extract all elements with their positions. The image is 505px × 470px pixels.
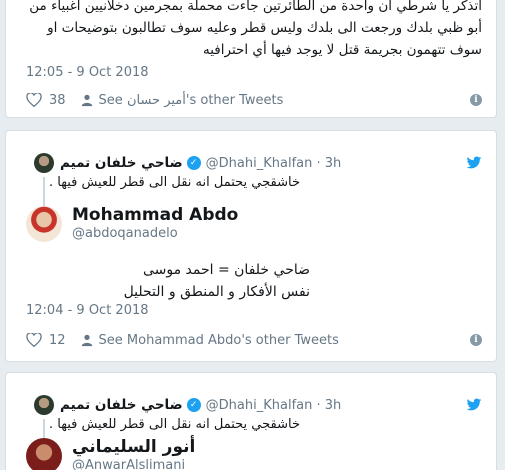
reply-author-name[interactable]: Mohammad Abdo bbox=[72, 205, 238, 225]
reply-tweet-text: ضاحي خلفان = احمد موسى نفس الأفكار و الم… bbox=[26, 259, 310, 303]
see-other-tweets-link[interactable]: See أمير حسان's other Tweets bbox=[99, 93, 284, 108]
quoted-author-name[interactable]: ضاحي خلفان تميم bbox=[60, 155, 183, 171]
tweet-timestamp[interactable]: 12:05 - 9 Oct 2018 bbox=[26, 65, 149, 80]
tweet-card: ضاحي خلفان تميم ✓ @Dhahi_Khalfan · 3h خا… bbox=[5, 372, 497, 470]
quoted-tweet-text: خاشقجي يحتمل انه نقل الى قطر للعيش فيها … bbox=[49, 175, 300, 190]
quoted-author-handle[interactable]: @Dhahi_Khalfan · 3h bbox=[206, 398, 342, 413]
quoted-tweet-header: ضاحي خلفان تميم ✓ @Dhahi_Khalfan · 3h bbox=[34, 153, 482, 173]
person-icon bbox=[81, 334, 92, 347]
reply-author-handle[interactable]: @AnwarAlslimani bbox=[72, 457, 195, 470]
quoted-author-handle[interactable]: @Dhahi_Khalfan · 3h bbox=[206, 156, 342, 171]
avatar[interactable] bbox=[34, 395, 54, 415]
twitter-bird-icon[interactable] bbox=[466, 398, 482, 412]
tweet-timestamp[interactable]: 12:04 - 9 Oct 2018 bbox=[26, 303, 149, 318]
quoted-author-name[interactable]: ضاحي خلفان تميم bbox=[60, 397, 183, 413]
tweet-actions: 38 See أمير حسان's other Tweets i bbox=[26, 89, 482, 111]
like-count: 12 bbox=[49, 332, 66, 348]
tweet-card: اتذكر يا شرطي أن واحدة من الطائرتين جاءت… bbox=[5, 0, 497, 118]
verified-badge-icon: ✓ bbox=[186, 398, 201, 412]
see-other-tweets-link[interactable]: See Mohammad Abdo's other Tweets bbox=[99, 333, 339, 348]
person-icon bbox=[81, 94, 92, 107]
reply-author-handle[interactable]: @abdoqanadelo bbox=[72, 225, 238, 243]
heart-icon[interactable] bbox=[26, 333, 42, 347]
reply-text-line: ضاحي خلفان = احمد موسى bbox=[142, 262, 310, 278]
avatar[interactable] bbox=[34, 153, 54, 173]
reply-text-line: نفس الأفكار و المنطق و التحليل bbox=[123, 284, 310, 300]
twitter-bird-icon[interactable] bbox=[466, 156, 482, 170]
info-icon[interactable]: i bbox=[470, 334, 482, 346]
tweet-text: اتذكر يا شرطي أن واحدة من الطائرتين جاءت… bbox=[29, 0, 482, 58]
avatar[interactable] bbox=[26, 206, 62, 242]
quoted-tweet-header: ضاحي خلفان تميم ✓ @Dhahi_Khalfan · 3h bbox=[34, 395, 482, 415]
reply-author: Mohammad Abdo @abdoqanadelo bbox=[26, 205, 238, 243]
reply-author-name[interactable]: أنور السليماني bbox=[72, 437, 195, 457]
heart-icon[interactable] bbox=[26, 93, 42, 107]
like-count: 38 bbox=[49, 92, 66, 108]
tweet-actions: 12 See Mohammad Abdo's other Tweets i bbox=[26, 329, 482, 351]
tweet-card: ضاحي خلفان تميم ✓ @Dhahi_Khalfan · 3h خا… bbox=[5, 130, 497, 362]
info-icon[interactable]: i bbox=[470, 94, 482, 106]
quoted-tweet-text: خاشقجي يحتمل انه نقل الى قطر للعيش فيها … bbox=[49, 417, 300, 432]
verified-badge-icon: ✓ bbox=[186, 156, 201, 170]
reply-author: أنور السليماني @AnwarAlslimani bbox=[26, 437, 195, 470]
avatar[interactable] bbox=[26, 438, 62, 470]
